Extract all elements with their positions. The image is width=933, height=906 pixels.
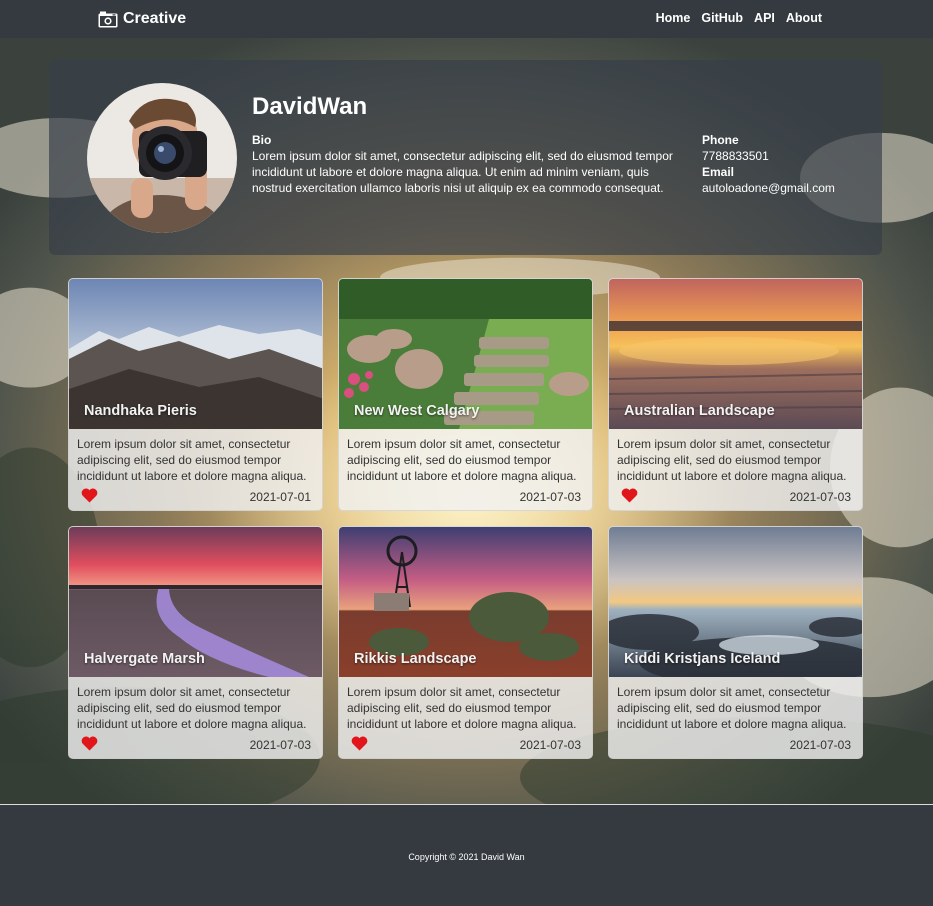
nav-link-home[interactable]: Home [656,11,691,25]
photo-card[interactable]: New West Calgary Lorem ipsum dolor sit a… [338,278,593,511]
card-title: Halvergate Marsh [84,651,205,667]
card-description: Lorem ipsum dolor sit amet, consectetur … [347,685,577,731]
email-value: autoloadone@gmail.com [702,181,835,195]
heart-icon[interactable] [351,736,368,751]
copyright-text: Copyright © 2021 David Wan [408,852,525,862]
nav-link-about[interactable]: About [786,11,822,25]
bio-label: Bio [252,133,272,147]
card-date: 2021-07-03 [249,738,311,752]
hero-section: DavidWan Bio Lorem ipsum dolor sit amet,… [0,38,933,805]
heart-icon[interactable] [81,736,98,751]
card-description: Lorem ipsum dolor sit amet, consectetur … [347,437,577,483]
profile-avatar [87,83,237,233]
photo-card[interactable]: Nandhaka Pieris Lorem ipsum dolor sit am… [68,278,323,511]
card-title: Nandhaka Pieris [84,403,197,419]
profile-name: DavidWan [252,93,368,120]
card-description: Lorem ipsum dolor sit amet, consectetur … [77,685,307,731]
navbar: Creative Home GitHub API About [0,0,933,38]
card-title: New West Calgary [354,403,480,419]
photo-card[interactable]: Australian Landscape Lorem ipsum dolor s… [608,278,863,511]
brand-link[interactable]: Creative [98,9,186,29]
nav-menu: Home GitHub API About [656,11,822,25]
photo-card[interactable]: Rikkis Landscape Lorem ipsum dolor sit a… [338,526,593,759]
card-date: 2021-07-03 [519,490,581,504]
bio-text: Lorem ipsum dolor sit amet, consectetur … [252,149,673,195]
card-title: Kiddi Kristjans Iceland [624,651,781,667]
footer: Copyright © 2021 David Wan [0,806,933,906]
card-date: 2021-07-03 [789,490,851,504]
contact-section: Phone 7788833501 Email autoloadone@gmail… [702,132,835,196]
profile-panel: DavidWan Bio Lorem ipsum dolor sit amet,… [49,60,882,255]
heart-icon[interactable] [81,488,98,503]
card-date: 2021-07-01 [249,490,311,504]
photo-card[interactable]: Kiddi Kristjans Iceland Lorem ipsum dolo… [608,526,863,759]
bio-section: Bio Lorem ipsum dolor sit amet, consecte… [252,132,682,196]
card-description: Lorem ipsum dolor sit amet, consectetur … [617,437,847,483]
nav-link-api[interactable]: API [754,11,775,25]
card-title: Australian Landscape [624,403,775,419]
nav-link-github[interactable]: GitHub [701,11,743,25]
brand-name: Creative [123,10,187,27]
card-description: Lorem ipsum dolor sit amet, consectetur … [77,437,307,483]
camera-icon [98,11,118,27]
card-date: 2021-07-03 [789,738,851,752]
phone-label: Phone [702,133,739,147]
photo-card[interactable]: Halvergate Marsh Lorem ipsum dolor sit a… [68,526,323,759]
card-date: 2021-07-03 [519,738,581,752]
card-title: Rikkis Landscape [354,651,477,667]
phone-value: 7788833501 [702,149,769,163]
card-description: Lorem ipsum dolor sit amet, consectetur … [617,685,847,731]
email-label: Email [702,165,735,179]
heart-icon[interactable] [621,488,638,503]
